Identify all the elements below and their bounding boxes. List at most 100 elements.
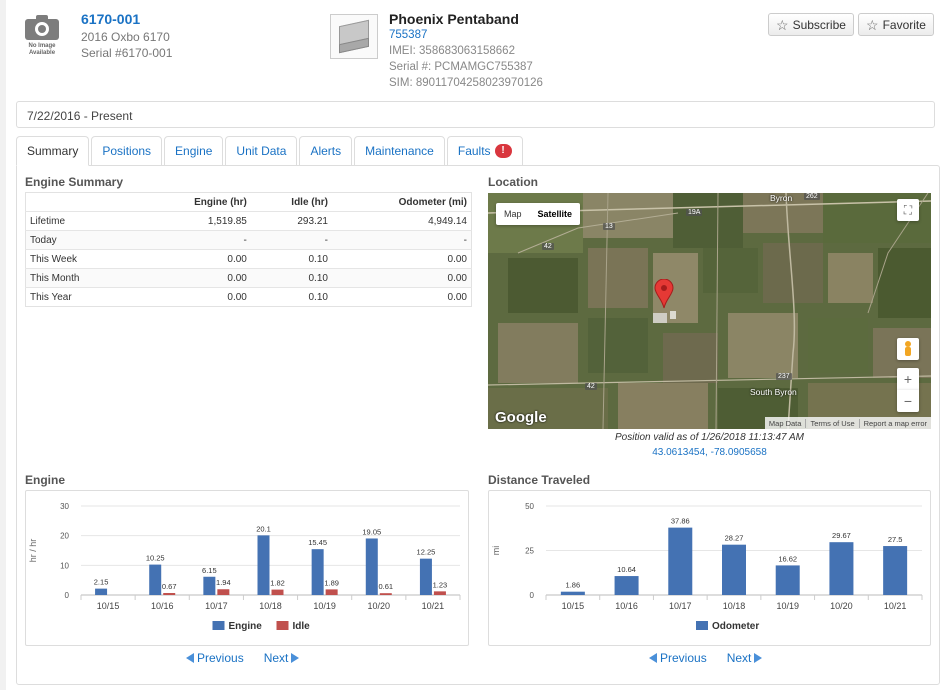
x-tick-label: 10/21 [422,601,445,611]
coordinates-text[interactable]: 43.0613454, -78.0905658 [652,447,767,458]
no-image-placeholder: No Image Available [22,14,62,64]
position-valid-text: Position valid as of 1/26/2018 11:13:47 … [614,432,804,443]
y-tick-label: 30 [60,502,69,511]
legend-swatch-idle [276,621,289,630]
subscribe-button[interactable]: ☆ Subscribe [768,13,854,36]
bar-odometer [775,565,800,595]
table-cell: - [140,230,251,250]
place-label: Byron [770,193,793,203]
favorite-button[interactable]: ☆ Favorite [858,13,934,36]
row-label: Today [25,230,141,250]
legend-label-odometer: Odometer [712,621,759,632]
zoom-out-button[interactable]: − [897,390,919,412]
tab-alerts[interactable]: Alerts [299,136,353,166]
place-label: South Byron [750,387,797,397]
device-image [330,14,378,59]
device-name: Phoenix Pentaband [389,11,519,27]
table-row: Today - - - [25,230,472,250]
x-tick-label: 10/15 [562,601,585,611]
bar-engine [95,588,108,595]
arrow-right-icon [291,653,300,663]
bar-odometer [614,576,639,595]
engine-chart-box: 0 10 20 30 hr / hr 10/15 2.15 10/16 10.25 0.67 10/… [25,490,469,646]
favorite-label: Favorite [882,17,926,32]
previous-label: Previous [197,651,244,665]
terms-of-use-link[interactable]: Terms of Use [805,418,858,428]
arrow-left-icon [186,653,194,663]
map-type-map[interactable]: Map [496,203,530,225]
x-tick-label: 10/20 [368,601,391,611]
table-cell: 4,949.14 [331,211,472,231]
table-header-row: Engine (hr) Idle (hr) Odometer (mi) [25,192,472,212]
data-label: 27.5 [888,535,903,544]
x-tick-label: 10/18 [723,601,746,611]
bar-odometer [883,546,908,595]
tab-summary[interactable]: Summary [16,136,90,166]
coordinates-link[interactable]: 43.0613454, -78.0905658 [488,447,931,458]
data-label: 0.67 [162,582,177,591]
tab-faults[interactable]: Faults ! [446,136,523,166]
column-header: Idle (hr) [250,192,332,212]
tab-positions[interactable]: Positions [91,136,163,166]
distance-chart-box: 0 25 50 mi 10/15 1.86 10/16 10.64 10/17 37.86 10/1… [488,490,931,646]
table-cell: 0.10 [250,268,332,288]
previous-link[interactable]: Previous [186,651,244,665]
bar-engine [203,576,216,595]
tab-bar: Summary Positions Engine Unit Data Alert… [16,136,525,166]
legend-label-idle: Idle [293,621,311,632]
y-axis-label: hr / hr [28,539,38,563]
tab-unit-data[interactable]: Unit Data [225,136,298,166]
bar-engine [149,564,162,595]
x-tick-label: 10/16 [615,601,638,611]
y-tick-label: 0 [65,591,70,600]
legend-swatch-engine [212,621,225,630]
x-tick-label: 10/16 [151,601,174,611]
next-link[interactable]: Next [264,651,300,665]
previous-link[interactable]: Previous [649,651,707,665]
data-label: 1.82 [270,579,285,588]
row-label: Lifetime [25,211,141,231]
table-row: Lifetime 1,519.85 293.21 4,949.14 [25,211,472,231]
device-serial: Serial #: PCMAMGC755387 [389,61,533,73]
asset-header: No Image Available 6170-001 2016 Oxbo 61… [22,10,322,70]
data-label: 16.62 [778,554,797,563]
next-label: Next [263,651,289,665]
tab-maintenance[interactable]: Maintenance [354,136,445,166]
map-data-link[interactable]: Map Data [765,419,806,428]
data-label: 10.64 [617,565,636,574]
table-cell: 0.00 [140,287,251,307]
legend-swatch-odometer [696,621,708,630]
street-view-pegman-icon[interactable] [897,338,919,360]
bar-odometer [829,542,854,595]
asset-id-link[interactable]: 6170-001 [81,11,140,27]
bar-engine [365,538,378,595]
satellite-imagery [488,193,931,429]
map-type-satellite[interactable]: Satellite [530,203,581,225]
x-tick-label: 10/21 [884,601,907,611]
table-cell: 1,519.85 [140,211,251,231]
previous-label: Previous [660,651,707,665]
x-tick-label: 10/18 [259,601,282,611]
data-label: 2.15 [94,578,109,587]
bar-idle [433,591,446,595]
legend-label-engine: Engine [229,621,263,632]
asset-model: 2016 Oxbo 6170 [81,30,170,44]
arrow-left-icon [649,653,657,663]
bar-odometer [668,527,693,595]
road-label: 42 [542,243,554,250]
report-map-error-link[interactable]: Report a map error [858,418,931,428]
data-label: 10.25 [146,554,165,563]
location-pin-icon[interactable] [654,279,674,309]
zoom-in-button[interactable]: + [897,368,919,390]
data-label: 6.15 [202,566,217,575]
y-tick-label: 50 [525,502,534,511]
fullscreen-icon[interactable]: ⛶ [897,199,919,221]
next-link[interactable]: Next [727,651,763,665]
tab-engine[interactable]: Engine [164,136,224,166]
distance-chart: 0 25 50 mi 10/15 1.86 10/16 10.64 10/17 37.86 10/1… [491,502,923,632]
device-number-link[interactable]: 755387 [389,29,427,41]
location-map[interactable]: Byron South Byron 262 19A 13 42 42 237 M… [488,193,931,429]
bar-engine [311,549,324,595]
x-tick-label: 10/19 [313,601,336,611]
data-label: 19.05 [362,527,381,536]
